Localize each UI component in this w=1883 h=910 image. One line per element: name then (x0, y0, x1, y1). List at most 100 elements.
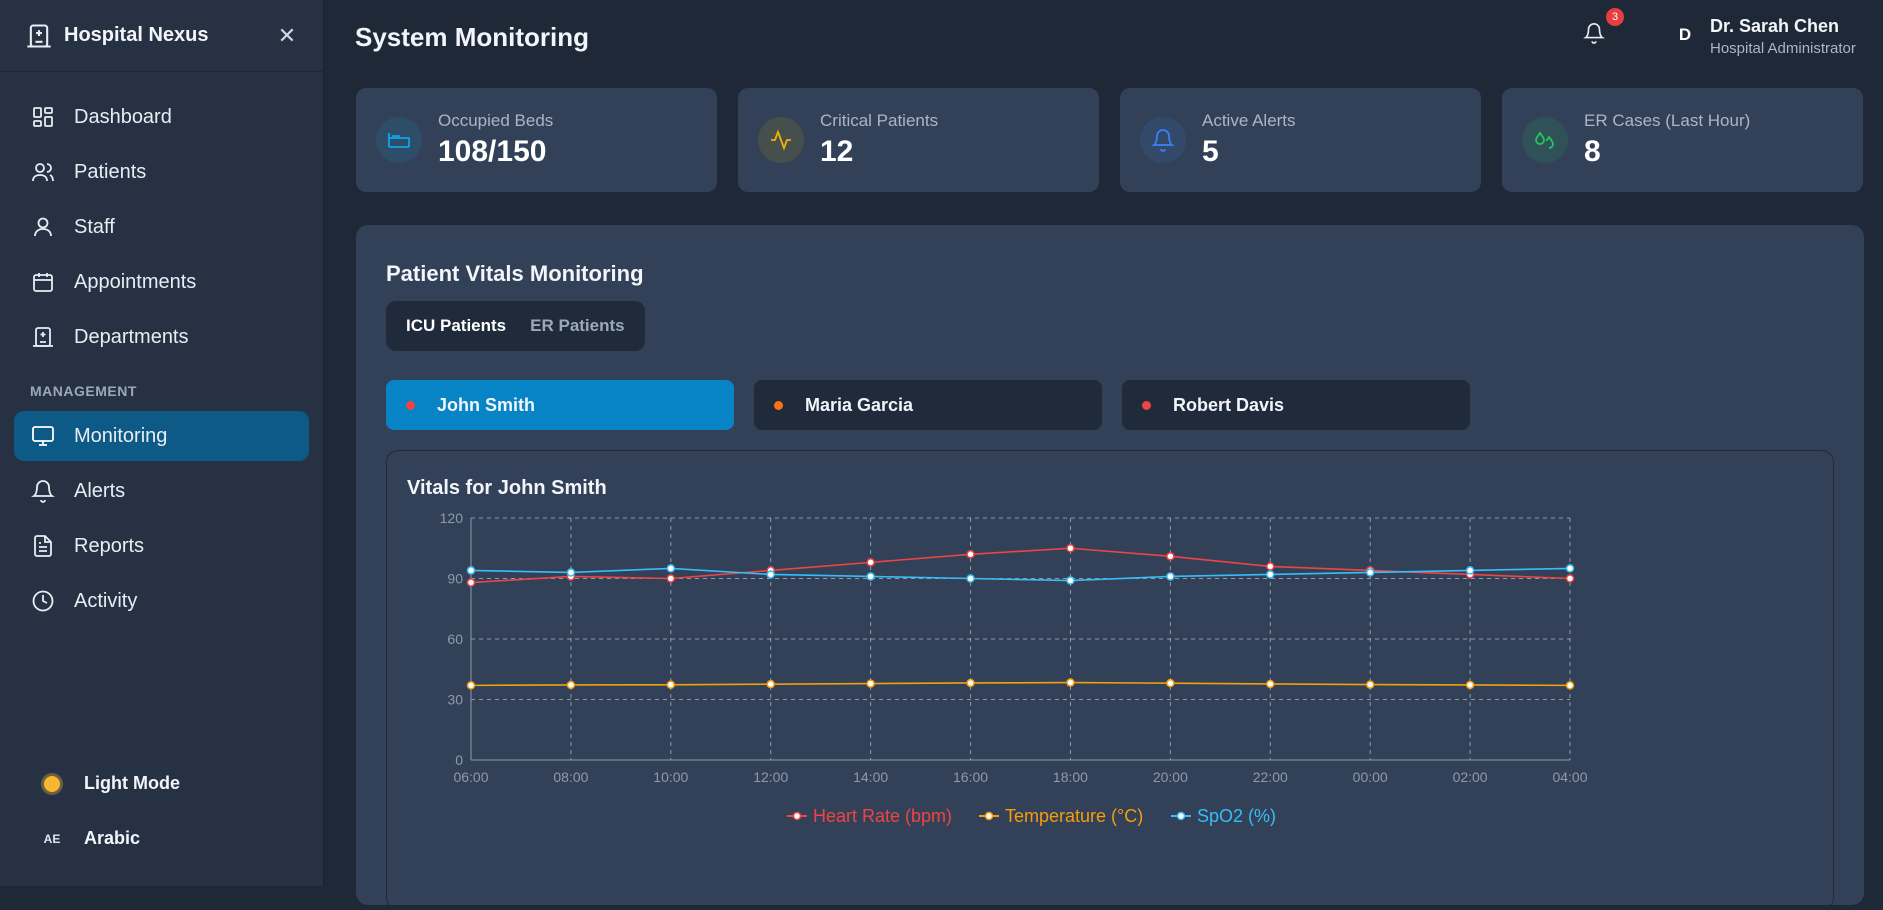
app-name: Hospital Nexus (64, 24, 209, 46)
notification-bell-icon[interactable] (1583, 22, 1609, 48)
light-mode-toggle[interactable]: Light Mode (0, 756, 323, 811)
droplets-icon (1522, 117, 1568, 163)
data-point (466, 566, 476, 575)
dashboard-icon (30, 104, 56, 130)
sidebar-item-label: Departments (74, 325, 189, 348)
close-icon[interactable]: ✕ (275, 23, 299, 49)
data-point (1465, 680, 1475, 690)
legend-marker (984, 811, 994, 821)
light-mode-label: Light Mode (84, 773, 180, 793)
data-point (566, 680, 576, 690)
patient-button-robert-davis[interactable]: Robert Davis (1122, 380, 1470, 430)
stat-card-critical-patients: Critical Patients 12 (738, 88, 1099, 192)
report-icon (30, 533, 56, 559)
data-point (1565, 681, 1575, 690)
x-tick-label: 02:00 (1453, 769, 1488, 785)
data-point (1465, 566, 1475, 575)
page-title: System Monitoring (355, 22, 590, 52)
series-line-1 (470, 681, 1571, 687)
x-tick-label: 22:00 (1253, 769, 1288, 785)
data-point (1565, 574, 1575, 583)
sidebar-item-label: Activity (74, 589, 138, 612)
data-point (666, 564, 676, 573)
bed-icon (376, 117, 422, 163)
data-point (966, 550, 975, 559)
patient-button-john-smith[interactable]: John Smith (386, 380, 734, 430)
language-toggle[interactable]: AE Arabic (0, 811, 323, 866)
series-line-2 (470, 567, 1571, 582)
sidebar-footer: Light Mode AE Arabic (0, 756, 323, 866)
data-point (866, 558, 875, 567)
data-point (866, 679, 875, 688)
sidebar-item-appointments[interactable]: Appointments (14, 257, 309, 307)
data-point (666, 574, 676, 583)
legend-label: Temperature (°C) (1005, 806, 1143, 826)
status-dot (1142, 400, 1151, 410)
x-tick-label: 12:00 (753, 769, 788, 785)
x-tick-label: 14:00 (853, 769, 888, 785)
patient-name: John Smith (437, 394, 535, 415)
sidebar-item-label: Patients (74, 160, 147, 183)
patient-name: Maria Garcia (805, 394, 914, 415)
stat-card-active-alerts: Active Alerts 5 (1120, 88, 1481, 192)
data-point (966, 574, 975, 583)
stat-value: 8 (1584, 135, 1601, 168)
data-point (1066, 576, 1075, 585)
x-tick-label: 06:00 (453, 769, 488, 785)
patient-selector: John Smith Maria Garcia Robert Davis (386, 380, 1470, 430)
status-dot (406, 400, 415, 410)
language-flag-icon: AE (43, 831, 61, 846)
avatar[interactable]: D (1670, 20, 1700, 50)
sidebar-item-departments[interactable]: Departments (14, 312, 309, 362)
data-point (1266, 679, 1275, 689)
stat-value: 108/150 (438, 135, 547, 168)
sun-icon (40, 775, 64, 792)
user-icon (30, 214, 56, 240)
stat-label: Occupied Beds (438, 111, 554, 130)
data-point (1066, 544, 1075, 553)
y-tick-label: 120 (440, 510, 464, 526)
vitals-panel: Patient Vitals Monitoring ICU Patients E… (356, 225, 1864, 910)
stat-value: 5 (1202, 135, 1219, 168)
bell-icon (1140, 117, 1186, 163)
tab-er-patients[interactable]: ER Patients (518, 316, 636, 336)
tab-icu-patients[interactable]: ICU Patients (394, 316, 518, 336)
sidebar-item-alerts[interactable]: Alerts (14, 466, 309, 516)
series-line-0 (470, 547, 1571, 584)
user-role: Hospital Administrator (1710, 40, 1856, 57)
user-name: Dr. Sarah Chen (1710, 16, 1840, 36)
sidebar-item-monitoring[interactable]: Monitoring (14, 411, 309, 461)
sidebar-item-activity[interactable]: Activity (14, 576, 309, 626)
patient-button-maria-garcia[interactable]: Maria Garcia (754, 380, 1102, 430)
sidebar-item-label: Appointments (74, 270, 197, 293)
sidebar-item-patients[interactable]: Patients (14, 147, 309, 197)
sidebar-item-dashboard[interactable]: Dashboard (14, 92, 309, 142)
patient-type-tabs: ICU Patients ER Patients (386, 301, 645, 351)
calendar-icon (30, 269, 56, 295)
sidebar-item-staff[interactable]: Staff (14, 202, 309, 252)
data-point (1166, 552, 1175, 561)
sidebar-item-label: Staff (74, 215, 115, 238)
language-label: Arabic (84, 828, 141, 848)
users-icon (30, 159, 56, 185)
section-label-management: MANAGEMENT (30, 383, 137, 399)
sidebar-item-reports[interactable]: Reports (14, 521, 309, 571)
y-tick-label: 0 (455, 752, 463, 768)
data-point (766, 679, 775, 689)
monitor-icon (30, 423, 56, 449)
data-point (1166, 678, 1175, 688)
hospital-logo-icon (24, 21, 54, 51)
data-point (666, 680, 676, 690)
stat-value: 12 (820, 135, 854, 168)
sidebar-item-label: Reports (74, 534, 145, 557)
main-content: System Monitoring 3 D Dr. Sarah Chen Hos… (324, 0, 1883, 910)
data-point (466, 578, 476, 587)
data-point (466, 681, 476, 690)
vitals-line-chart: 0 30 60 90 120 06:00 08:00 10:00 12:00 14:00 16:00… (440, 510, 1588, 826)
y-tick-label: 30 (447, 692, 463, 708)
sidebar-nav: Dashboard Patients Staff Appointments De… (0, 72, 323, 626)
data-point (1365, 568, 1375, 577)
data-point (1565, 564, 1575, 573)
stat-label: Critical Patients (820, 111, 939, 130)
panel-title: Patient Vitals Monitoring (386, 261, 644, 286)
